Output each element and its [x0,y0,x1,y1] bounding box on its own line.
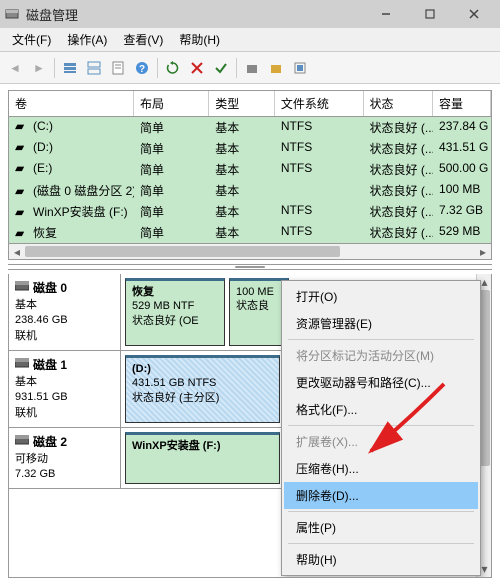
action3-icon[interactable] [289,57,311,79]
check-icon[interactable] [210,57,232,79]
volume-icon: ▰ [15,226,29,240]
splitter-handle[interactable] [8,264,492,270]
menu-view[interactable]: 查看(V) [115,28,171,51]
cm-explorer[interactable]: 资源管理器(E) [284,310,478,337]
col-status[interactable]: 状态 [364,91,433,116]
help-icon[interactable]: ? [131,57,153,79]
partition[interactable]: WinXP安装盘 (F:) [125,432,280,485]
cm-open[interactable]: 打开(O) [284,283,478,310]
partition[interactable]: (D:)431.51 GB NTFS状态良好 (主分区) [125,355,280,423]
volume-table: 卷 布局 类型 文件系统 状态 容量 ▰(C:)简单基本NTFS状态良好 (..… [8,90,492,260]
table-row[interactable]: ▰(磁盘 0 磁盘分区 2)简单基本状态良好 (...100 MB [9,180,491,201]
disk-info[interactable]: 磁盘 0基本238.46 GB联机 [9,274,121,350]
cm-delete-volume[interactable]: 删除卷(D)... [284,482,478,509]
disk-graphical-view: 磁盘 0基本238.46 GB联机恢复529 MB NTF状态良好 (OE100… [8,274,492,578]
cm-help[interactable]: 帮助(H) [284,546,478,573]
cm-shrink[interactable]: 压缩卷(H)... [284,455,478,482]
action1-icon[interactable] [241,57,263,79]
table-scrollbar-h[interactable]: ◂ ▸ [9,243,491,259]
volume-icon: ▰ [15,205,29,219]
action2-icon[interactable] [265,57,287,79]
close-button[interactable] [452,0,496,28]
disk-icon [15,280,29,297]
disk-icon [15,434,29,451]
back-button[interactable]: ◄ [4,57,26,79]
forward-button[interactable]: ► [28,57,50,79]
table-row[interactable]: ▰(D:)简单基本NTFS状态良好 (...431.51 G [9,138,491,159]
partition[interactable]: 恢复529 MB NTF状态良好 (OE [125,278,225,346]
maximize-button[interactable] [408,0,452,28]
table-header: 卷 布局 类型 文件系统 状态 容量 [9,91,491,117]
partition[interactable]: 100 ME状态良 [229,278,289,346]
table-row[interactable]: ▰(C:)简单基本NTFS状态良好 (...237.84 G [9,117,491,138]
table-row[interactable]: ▰恢复简单基本NTFS状态良好 (...529 MB [9,222,491,243]
minimize-button[interactable] [364,0,408,28]
cm-change-letter[interactable]: 更改驱动器号和路径(C)... [284,369,478,396]
volume-icon: ▰ [15,161,29,175]
context-menu: 打开(O) 资源管理器(E) 将分区标记为活动分区(M) 更改驱动器号和路径(C… [281,280,481,576]
table-row[interactable]: ▰WinXP安装盘 (F:)简单基本NTFS状态良好 (...7.32 GB [9,201,491,222]
cm-properties[interactable]: 属性(P) [284,514,478,541]
scroll-right-icon[interactable]: ▸ [475,244,491,259]
menu-help[interactable]: 帮助(H) [171,28,228,51]
cm-extend: 扩展卷(X)... [284,428,478,455]
menubar: 文件(F) 操作(A) 查看(V) 帮助(H) [0,28,500,52]
titlebar: 磁盘管理 [0,0,500,28]
col-capacity[interactable]: 容量 [433,91,491,116]
view-list-icon[interactable] [59,57,81,79]
refresh-icon[interactable] [162,57,184,79]
volume-icon: ▰ [15,140,29,154]
disk-info[interactable]: 磁盘 1基本931.51 GB联机 [9,351,121,427]
app-icon [4,6,20,22]
table-row[interactable]: ▰(E:)简单基本NTFS状态良好 (...500.00 G [9,159,491,180]
scroll-left-icon[interactable]: ◂ [9,244,25,259]
disk-info[interactable]: 磁盘 2可移动7.32 GB [9,428,121,489]
properties-icon[interactable] [107,57,129,79]
window-title: 磁盘管理 [26,5,364,24]
col-filesystem[interactable]: 文件系统 [275,91,364,116]
col-type[interactable]: 类型 [209,91,275,116]
menu-action[interactable]: 操作(A) [59,28,115,51]
menu-file[interactable]: 文件(F) [4,28,59,51]
toolbar: ◄ ► ? [0,52,500,84]
cm-mark-active: 将分区标记为活动分区(M) [284,342,478,369]
view-graphical-icon[interactable] [83,57,105,79]
svg-text:?: ? [139,64,145,75]
volume-icon: ▰ [15,119,29,133]
volume-icon: ▰ [15,184,29,198]
delete-icon[interactable] [186,57,208,79]
disk-icon [15,357,29,374]
cm-format[interactable]: 格式化(F)... [284,396,478,423]
col-volume[interactable]: 卷 [9,91,134,116]
col-layout[interactable]: 布局 [134,91,209,116]
